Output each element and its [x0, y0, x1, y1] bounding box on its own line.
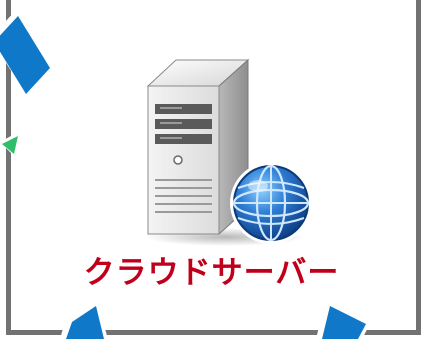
- connector-arrows: [0, 8, 372, 339]
- bottom-right-arrow: [316, 298, 372, 339]
- green-arrow-tip: [0, 130, 22, 158]
- bottom-left-arrow: [60, 298, 108, 339]
- diagram-canvas: クラウドサーバー: [0, 0, 423, 339]
- top-left-arrow: [0, 8, 58, 100]
